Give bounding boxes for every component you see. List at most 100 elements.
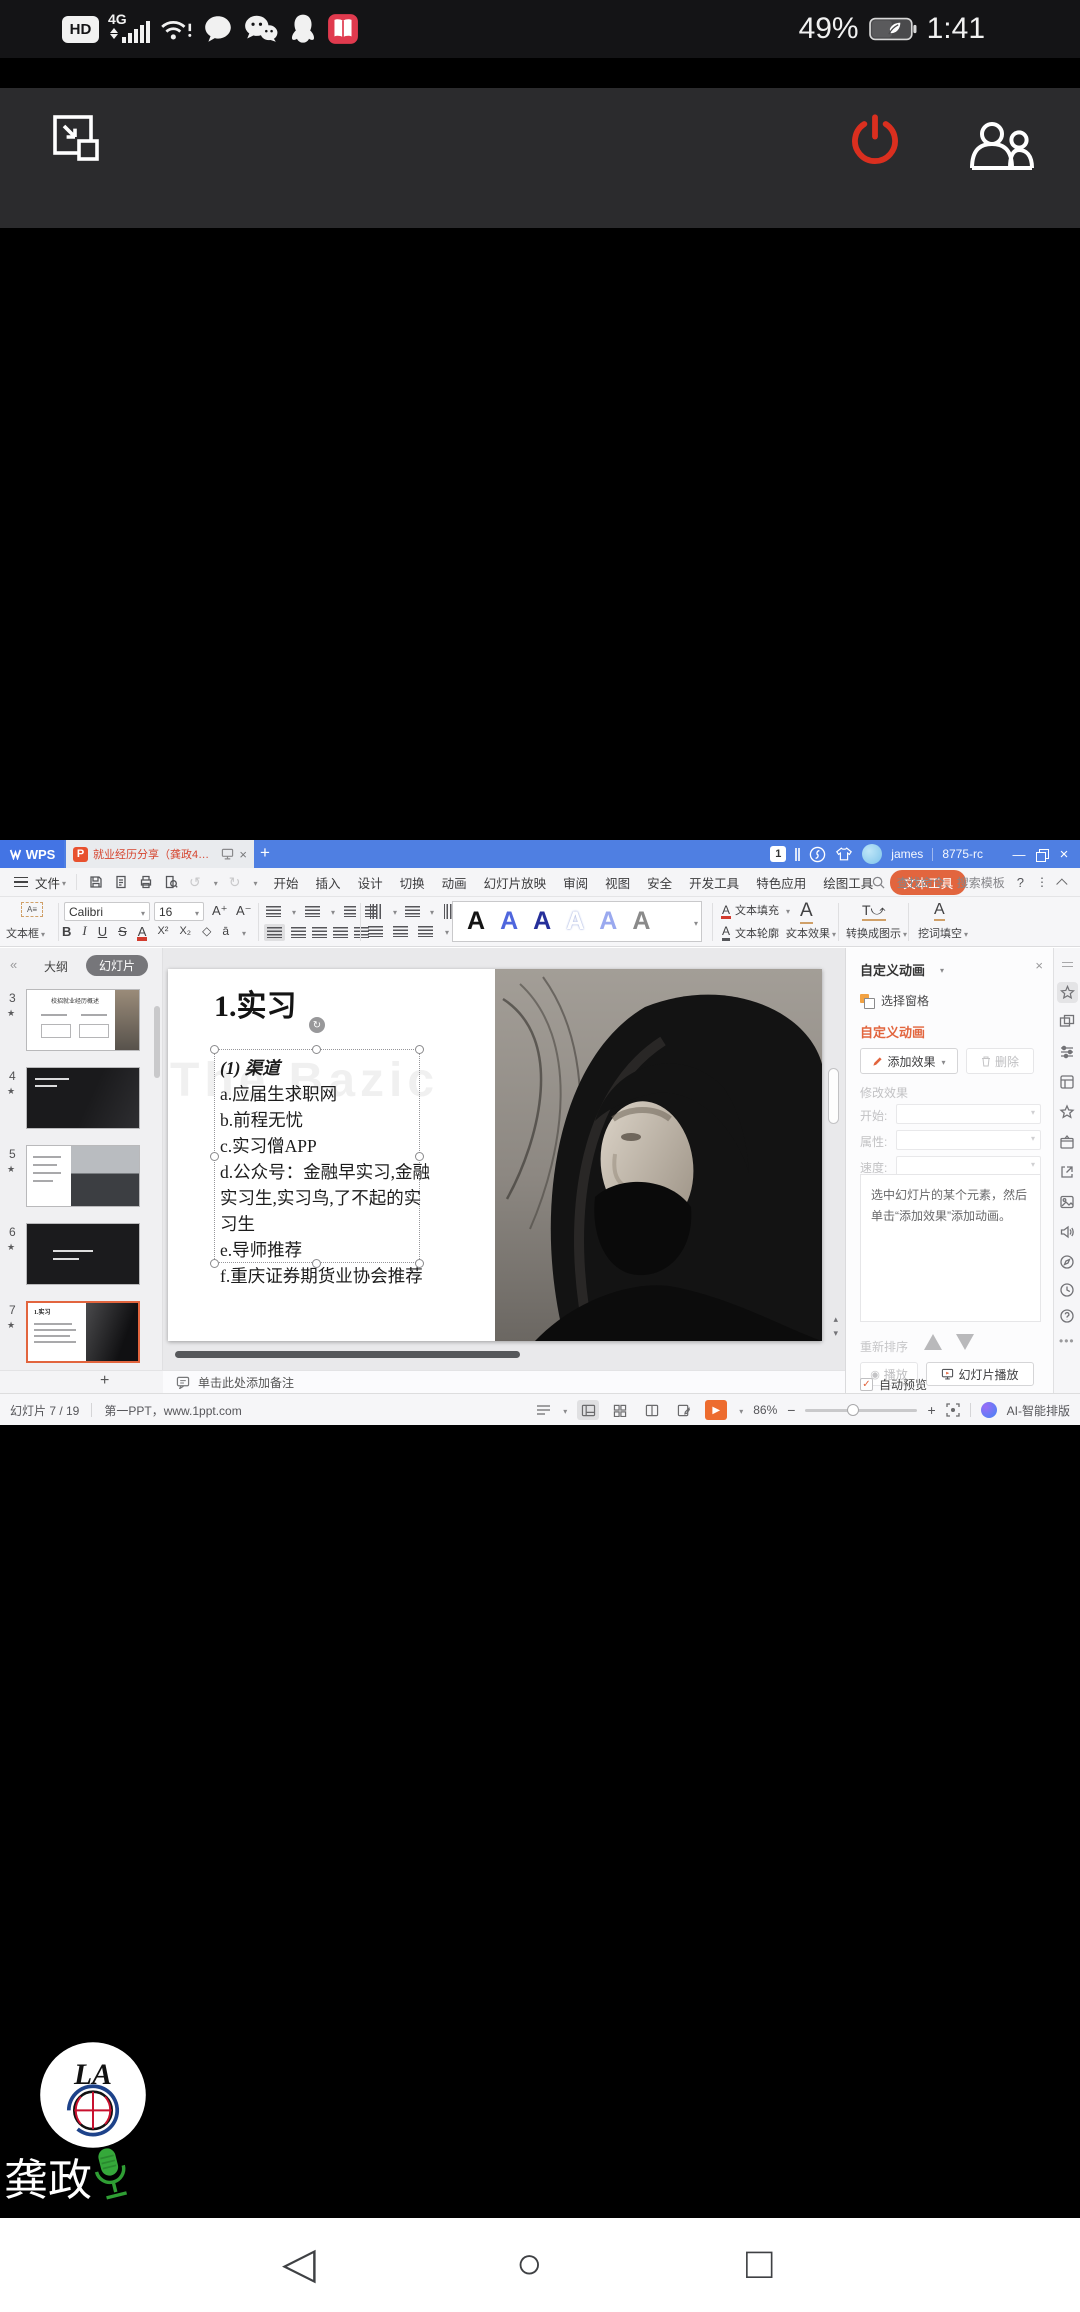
slide-7-thumb[interactable]: 1.实习	[26, 1301, 140, 1363]
tab-home[interactable]: 开始	[274, 873, 299, 892]
add-effect-button[interactable]: 添加效果	[860, 1048, 958, 1074]
help-pane-icon[interactable]	[1059, 1308, 1076, 1325]
save-icon[interactable]	[89, 875, 103, 889]
slide-thumbnail-item[interactable]: 4 ★	[0, 1067, 163, 1131]
zoom-out-button[interactable]: −	[787, 1402, 795, 1418]
nav-recents-button[interactable]: □	[746, 2218, 773, 2312]
search-placeholder[interactable]: 查找命令、搜索模板	[897, 874, 1005, 891]
property-select[interactable]	[896, 1130, 1041, 1150]
panel-close-icon[interactable]: ×	[1035, 958, 1043, 973]
distribute-button[interactable]	[354, 927, 369, 938]
tab-security[interactable]: 安全	[647, 873, 672, 892]
view-sorter-button[interactable]	[609, 1400, 631, 1420]
add-slide-button[interactable]: +	[100, 1372, 109, 1390]
tab-review[interactable]: 审阅	[563, 873, 588, 892]
close-button[interactable]: ×	[1056, 846, 1072, 863]
wordart-style-2[interactable]: A	[500, 907, 518, 936]
more-menu-icon[interactable]: ⋮	[1036, 875, 1048, 889]
minimize-button[interactable]: —	[1011, 847, 1027, 862]
template-source[interactable]: 第一PPT，www.1ppt.com	[104, 1402, 241, 1419]
audio-pane-icon[interactable]	[1059, 1224, 1076, 1241]
transition-pane-icon[interactable]	[1059, 1014, 1076, 1031]
layout-pane-icon[interactable]	[1059, 1074, 1076, 1091]
font-color-button[interactable]: A	[138, 924, 147, 939]
grow-font-button[interactable]: A⁺	[212, 903, 228, 919]
monitor-icon[interactable]	[221, 848, 234, 860]
animation-pane-icon-active[interactable]	[1057, 982, 1078, 1003]
nav-back-button[interactable]: ◁	[282, 2218, 316, 2312]
resize-handle-ne[interactable]	[415, 1045, 424, 1054]
rotate-handle[interactable]: ↻	[309, 1017, 325, 1033]
participants-button[interactable]	[964, 118, 1040, 174]
zoom-slider[interactable]	[805, 1409, 917, 1412]
restore-button[interactable]	[1036, 849, 1047, 860]
rail-drag-handle[interactable]	[1062, 962, 1073, 967]
help-icon[interactable]: ?	[1017, 875, 1024, 890]
dig-word-button[interactable]: 挖词填空	[918, 928, 962, 940]
notes-bar[interactable]: 单击此处添加备注	[163, 1370, 845, 1393]
avatar[interactable]	[862, 844, 882, 864]
new-tab-button[interactable]: +	[260, 843, 270, 863]
current-slide[interactable]: The Bazic	[168, 969, 822, 1341]
text-fill-button[interactable]: 文本填充	[735, 902, 779, 918]
wordart-style-5[interactable]: A	[599, 907, 617, 936]
notes-toggle-icon[interactable]	[536, 1404, 551, 1416]
tab-list-icon[interactable]	[795, 848, 800, 861]
subscript-button[interactable]: X₂	[179, 925, 191, 937]
resize-handle-sw[interactable]	[210, 1259, 219, 1268]
ai-layout-button[interactable]: AI-智能排版	[1007, 1402, 1070, 1419]
text-outline-button[interactable]: 文本轮廓	[735, 925, 779, 941]
tab-animation[interactable]: 动画	[442, 873, 467, 892]
delete-effect-button[interactable]: 删除	[966, 1048, 1034, 1074]
font-size-select[interactable]: 16	[154, 902, 204, 921]
share-pane-icon[interactable]	[1059, 1164, 1076, 1181]
tab-count-badge[interactable]: 1	[770, 846, 786, 862]
tab-devtools[interactable]: 开发工具	[689, 873, 739, 892]
font-name-select[interactable]: Calibri	[64, 902, 150, 921]
convert-diagram-button[interactable]: 转换成图示	[846, 928, 901, 940]
toolbar-more-chevron[interactable]	[252, 875, 258, 889]
align-text-icon[interactable]	[405, 906, 420, 917]
line-spacing-icon[interactable]	[418, 926, 433, 937]
hamburger-icon[interactable]	[14, 877, 28, 887]
align-left-button-active[interactable]	[264, 924, 285, 941]
material-pane-icon[interactable]	[1059, 1134, 1076, 1151]
slideshow-play-button[interactable]: 幻灯片播放	[926, 1362, 1034, 1386]
slide-3-thumb[interactable]: 校招就业经历概述	[26, 989, 140, 1051]
resize-handle-s[interactable]	[312, 1259, 321, 1268]
wordart-style-3[interactable]: A	[533, 907, 551, 936]
collapse-ribbon-icon[interactable]	[1056, 878, 1067, 889]
view-reading-button[interactable]	[641, 1400, 663, 1420]
slides-scrollbar[interactable]	[154, 1006, 160, 1078]
wps-logo[interactable]: WPS	[0, 840, 64, 868]
selection-pane-button[interactable]: 选择窗格	[860, 992, 929, 1009]
file-menu[interactable]: 文件	[35, 873, 60, 892]
slideshow-button[interactable]: ▶	[705, 1400, 727, 1420]
float-window-button[interactable]	[50, 112, 102, 164]
reorder-up-button[interactable]	[924, 1334, 942, 1350]
shrink-font-button[interactable]: A⁻	[236, 903, 252, 919]
skin-icon[interactable]	[835, 846, 853, 862]
canvas-hscrollbar[interactable]	[163, 1350, 845, 1360]
text-effect-button[interactable]: 文本效果	[786, 928, 830, 940]
tab-features[interactable]: 特色应用	[756, 873, 806, 892]
print-icon[interactable]	[139, 875, 153, 889]
tab-insert[interactable]: 插入	[316, 873, 341, 892]
print-preview-icon[interactable]	[164, 875, 178, 889]
start-select[interactable]	[896, 1104, 1041, 1124]
wordart-gallery[interactable]: A A A A A A	[452, 901, 702, 942]
slide-5-thumb[interactable]	[26, 1145, 140, 1207]
underline-button[interactable]: U	[98, 924, 107, 939]
rail-more-icon[interactable]: •••	[1059, 1334, 1075, 1348]
power-end-button[interactable]	[846, 110, 904, 168]
wordart-style-1[interactable]: A	[467, 907, 485, 936]
resize-handle-se[interactable]	[415, 1259, 424, 1268]
canvas-vscrollbar[interactable]	[828, 1068, 839, 1124]
slide-thumbnail-item-selected[interactable]: 7 ★ 1.实习	[0, 1301, 163, 1365]
char-accent-button[interactable]: ā	[222, 924, 229, 938]
undo-icon[interactable]: ↺	[189, 874, 201, 891]
resize-handle-e[interactable]	[415, 1152, 424, 1161]
resize-handle-n[interactable]	[312, 1045, 321, 1054]
reorder-down-button[interactable]	[956, 1334, 974, 1350]
favorites-pane-icon[interactable]	[1059, 1104, 1076, 1121]
